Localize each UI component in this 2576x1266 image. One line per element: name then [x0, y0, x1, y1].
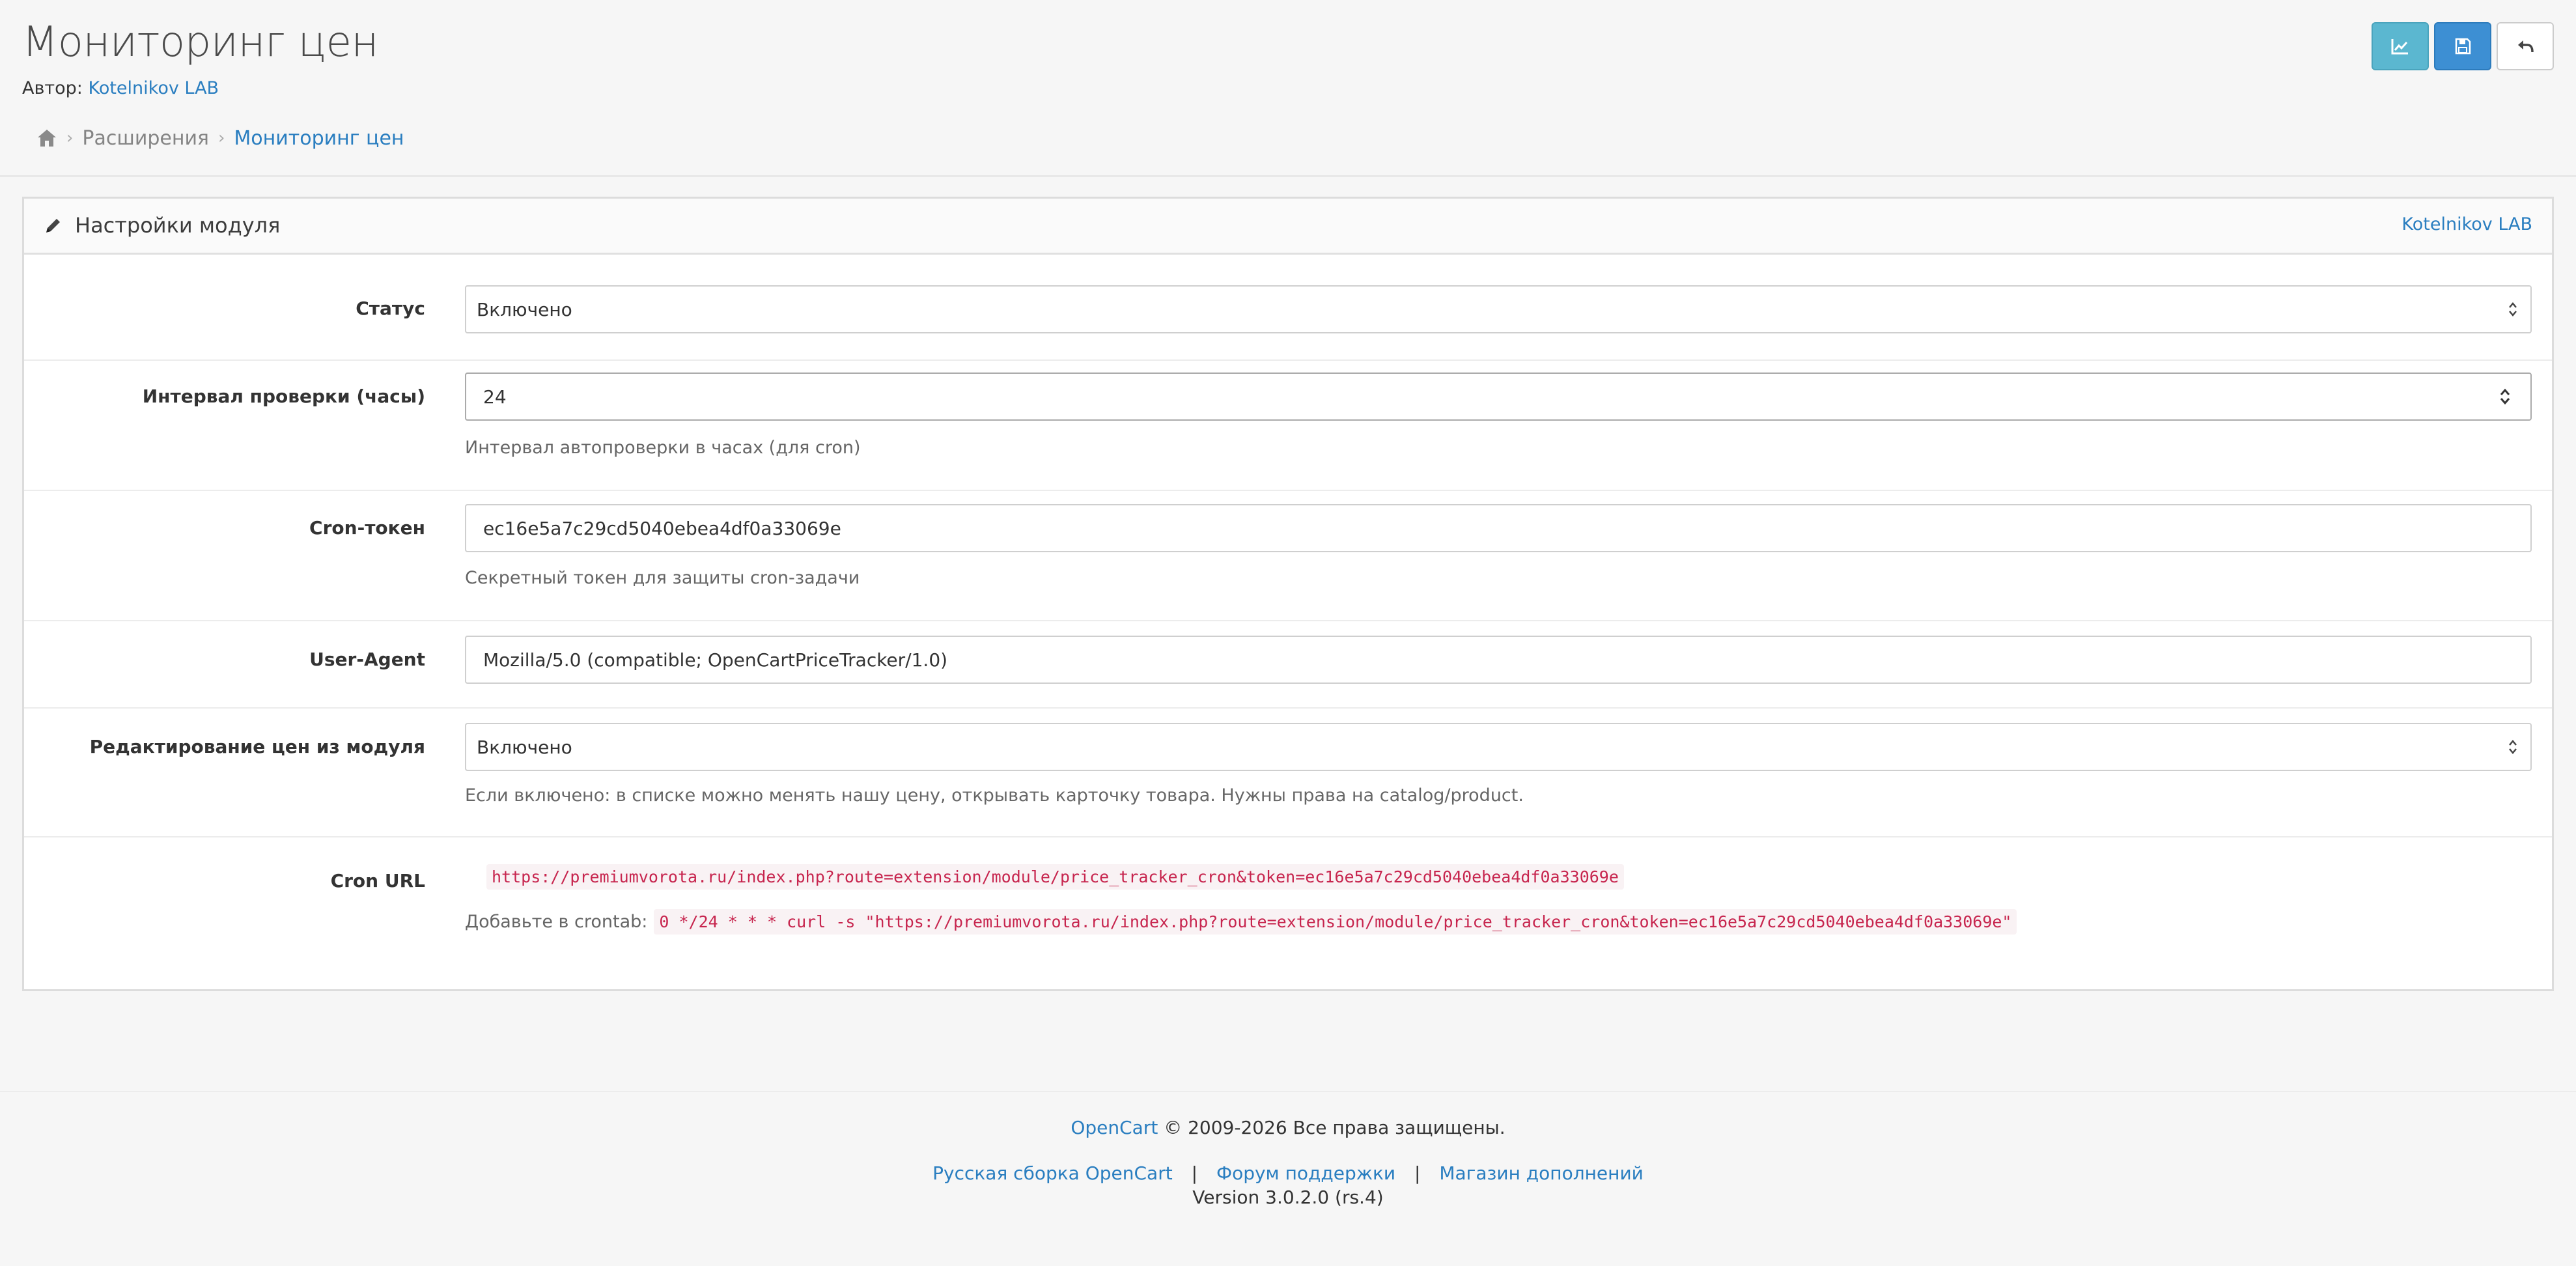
crontab-label: Добавьте в crontab: [465, 912, 648, 932]
interval-input[interactable]: 24 [465, 373, 2532, 421]
breadcrumb-extensions[interactable]: Расширения [82, 127, 209, 150]
save-icon [2455, 38, 2471, 55]
user-agent-label: User-Agent [309, 649, 425, 670]
footer-link-russian-build[interactable]: Русская сборка OpenCart [932, 1162, 1173, 1184]
edit-prices-help: Если включено: в списке можно менять наш… [465, 785, 1524, 806]
edit-prices-value: Включено [477, 736, 572, 758]
status-label: Статус [356, 298, 425, 319]
cron-url-code: https://premiumvorota.ru/index.php?route… [486, 864, 1624, 890]
breadcrumb: › Расширения › Мониторинг цен [36, 124, 404, 152]
footer-links: Русская сборка OpenCart | Форум поддержк… [0, 1162, 2576, 1184]
back-button[interactable] [2497, 22, 2554, 70]
panel-title-text: Настройки модуля [75, 213, 281, 238]
footer-link-support-forum[interactable]: Форум поддержки [1216, 1162, 1395, 1184]
breadcrumb-current[interactable]: Мониторинг цен [234, 127, 404, 150]
footer-separator: | [1191, 1162, 1198, 1184]
line-chart-icon [2391, 39, 2408, 55]
interval-label: Интервал проверки (часы) [142, 386, 425, 407]
select-arrows-icon [2509, 302, 2517, 316]
status-value: Включено [477, 298, 572, 320]
select-arrows-icon [2509, 740, 2517, 754]
interval-help: Интервал автопроверки в часах (для cron) [465, 438, 861, 458]
form-row-interval: Интервал проверки (часы) 24 Интервал авт… [24, 361, 2552, 491]
number-spinner-icon[interactable] [2499, 387, 2511, 406]
footer-opencart-link[interactable]: OpenCart [1071, 1117, 1158, 1138]
footer-separator: | [1414, 1162, 1421, 1184]
author-line: Автор: Kotelnikov LAB [22, 78, 219, 98]
back-arrow-icon [2518, 40, 2534, 53]
interval-value: 24 [483, 386, 507, 408]
edit-prices-select[interactable]: Включено [465, 723, 2532, 771]
form-row-user-agent: User-Agent Mozilla/5.0 (compatible; Open… [24, 621, 2552, 709]
author-label: Автор: [22, 78, 83, 98]
cron-url-label: Cron URL [330, 870, 425, 892]
panel-author-link[interactable]: Kotelnikov LAB [2401, 214, 2532, 234]
form-row-status: Статус Включено [24, 255, 2552, 361]
footer-copyright: © 2009-2026 Все права защищены. [1164, 1117, 1505, 1138]
page-title: Мониторинг цен [22, 18, 378, 66]
form-row-cron-url: Cron URL https://premiumvorota.ru/index.… [24, 837, 2552, 989]
token-input[interactable]: ec16e5a7c29cd5040ebea4df0a33069e [465, 504, 2532, 552]
settings-panel: Настройки модуля Kotelnikov LAB Статус В… [22, 197, 2554, 991]
header-buttons [2372, 22, 2554, 70]
footer-copyright-line: OpenCart © 2009-2026 Все права защищены. [0, 1117, 2576, 1138]
user-agent-value: Mozilla/5.0 (compatible; OpenCartPriceTr… [483, 649, 948, 671]
author-link[interactable]: Kotelnikov LAB [88, 78, 219, 98]
panel-heading: Настройки модуля Kotelnikov LAB [24, 199, 2552, 255]
chevron-right-icon: › [66, 128, 74, 148]
edit-prices-label: Редактирование цен из модуля [89, 736, 425, 757]
footer-link-addons-store[interactable]: Магазин дополнений [1439, 1162, 1644, 1184]
stats-button[interactable] [2372, 22, 2429, 70]
form-row-edit-prices: Редактирование цен из модуля Включено Ес… [24, 709, 2552, 837]
cron-url-block: https://premiumvorota.ru/index.php?route… [486, 864, 1624, 890]
chevron-right-icon: › [217, 128, 225, 148]
token-value: ec16e5a7c29cd5040ebea4df0a33069e [483, 517, 841, 539]
panel-title: Настройки модуля [44, 213, 280, 238]
token-label: Cron-токен [309, 517, 425, 539]
token-help: Секретный токен для защиты cron-задачи [465, 568, 860, 588]
pencil-icon [46, 219, 60, 232]
status-select[interactable]: Включено [465, 285, 2532, 333]
footer: OpenCart © 2009-2026 Все права защищены.… [0, 1091, 2576, 1266]
footer-version: Version 3.0.2.0 (rs.4) [1192, 1187, 1384, 1208]
home-icon[interactable] [36, 128, 57, 148]
user-agent-input[interactable]: Mozilla/5.0 (compatible; OpenCartPriceTr… [465, 636, 2532, 684]
save-button[interactable] [2434, 22, 2491, 70]
form-row-token: Cron-токен ec16e5a7c29cd5040ebea4df0a330… [24, 491, 2552, 621]
page-header: Мониторинг цен Автор: Kotelnikov LAB › Р… [0, 0, 2576, 177]
crontab-command: 0 */24 * * * curl -s "https://premiumvor… [654, 909, 2017, 935]
crontab-line: Добавьте в crontab: 0 */24 * * * curl -s… [465, 909, 2017, 935]
